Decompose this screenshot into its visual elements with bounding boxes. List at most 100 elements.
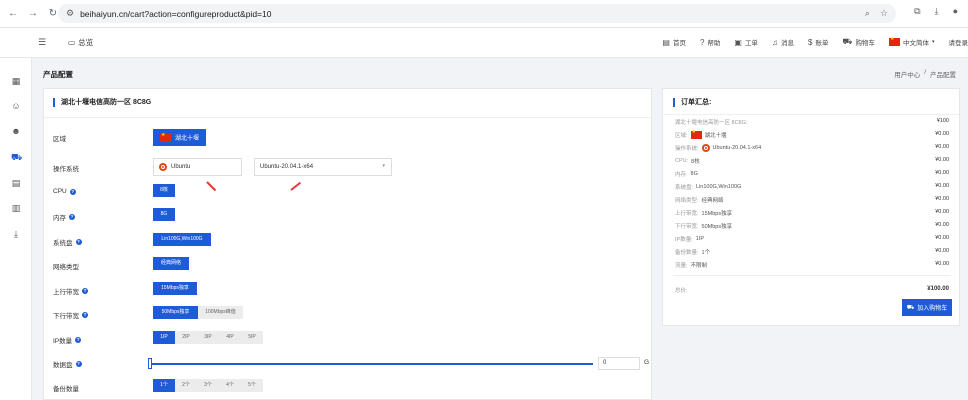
order-line-key: CPU: [675,158,689,164]
order-line-price: ¥0.00 [935,209,949,215]
network-type-option-selected[interactable]: 经典网络 [153,257,189,270]
order-line: 区域: 湖北十堰 [675,129,727,139]
order-line-value: 不限制 [690,263,708,269]
chevron-down-icon: ▾ [931,39,935,45]
system-disk-option-selected[interactable]: Lin100G,Win100G [153,233,211,246]
account-icon[interactable]: ☻ [11,126,21,136]
site-info-icon[interactable]: ⚙ [66,8,74,19]
china-flag-icon [690,129,702,139]
memory-option-selected[interactable]: 8G [153,208,175,221]
list-icon[interactable]: ▥ [11,203,21,213]
order-line-price: ¥0.00 [935,144,949,150]
order-line: 操作系统: Ubuntu-20.04.1-x64 [675,144,761,152]
nav-home[interactable]: ▤ 首页 [662,37,686,48]
data-disk-input[interactable]: 0 [598,357,640,370]
data-disk-label: 数据盘 ? [53,359,82,369]
upload-bandwidth-label: 上行带宽 ? [53,286,88,296]
help-circle-icon[interactable]: ? [75,361,82,367]
ip-count-option[interactable]: 4IP [219,331,241,344]
profile-icon[interactable]: ● [953,6,958,17]
breadcrumb-home[interactable]: 用户中心 [894,69,920,79]
url-text[interactable]: beihaiyun.cn/cart?action=configureproduc… [80,9,271,19]
address-bar[interactable]: ⚙ beihaiyun.cn/cart?action=configureprod… [58,4,896,23]
nav-cart[interactable]: ⛟ 购物车 [842,37,875,47]
forward-icon[interactable]: → [24,5,42,23]
bill-icon: $ [807,37,813,47]
backup-count-option[interactable]: 4个 [219,379,241,392]
memory-label-text: 内存 [53,215,66,222]
help-circle-icon[interactable]: ? [69,214,75,220]
nav-bill[interactable]: $ 账单 [807,37,828,48]
backup-count-label: 备份数量 [53,383,79,393]
backup-count-option[interactable]: 2个 [175,379,197,392]
zoom-icon[interactable]: ⌕ [865,8,870,19]
ubuntu-logo-icon [701,144,710,152]
left-sidebar: ▦ ☺ ☻ ⛟ ▤ ▥ ⤓ [0,58,32,400]
nav-help[interactable]: ? 帮助 [700,37,720,48]
user-icon[interactable]: ☺ [11,101,21,111]
order-line-key: IP数量: [675,237,693,243]
order-product-price: ¥100 [936,118,949,124]
download-icon[interactable]: ⤓ [11,229,21,239]
bookmark-star-icon[interactable]: ☆ [880,8,888,19]
download-bandwidth-label-text: 下行带宽 [53,313,79,320]
nav-ticket[interactable]: ▣ 工单 [734,37,758,48]
network-type-label-text: 网络类型 [53,264,79,271]
backup-count-label-text: 备份数量 [53,386,79,393]
order-line-value: Lin100G,Win100G [696,184,742,190]
document-icon[interactable]: ▤ [11,178,21,188]
help-circle-icon[interactable]: ? [75,239,82,245]
ip-count-option[interactable]: 2IP [175,331,197,344]
home-icon: ▤ [662,37,670,47]
cpu-option-selected[interactable]: 8核 [153,184,175,197]
os-version-value: Ubuntu-20.04.1-x64 [260,164,314,170]
login-link[interactable]: 请登录 [949,37,968,47]
dashboard-icon[interactable]: ▦ [11,76,21,86]
add-to-cart-button[interactable]: ⛟ 加入购物车 [902,299,952,316]
order-line-key: 内存: [675,172,688,178]
order-line-price: ¥0.00 [935,183,949,189]
help-circle-icon[interactable]: ? [82,288,88,294]
breadcrumb-separator: / [924,69,926,76]
extensions-icon[interactable]: ⧉ [914,6,920,17]
upload-bandwidth-option-selected[interactable]: 15Mbps独享 [153,282,197,295]
overview-label: 总览 [78,38,94,47]
order-line-value: 8核 [691,159,700,165]
order-line: 内存: 8G [675,170,698,178]
data-disk-slider-track[interactable] [150,363,593,365]
cart-icon[interactable]: ⛟ [11,152,22,162]
ip-count-option[interactable]: 3IP [197,331,219,344]
os-family-select[interactable]: Ubuntu [153,158,242,176]
ip-count-option-selected[interactable]: 1IP [153,331,175,344]
download-bandwidth-option-selected[interactable]: 50Mbps独享 [153,306,198,319]
order-line-key: 流量: [675,263,688,269]
cpu-label-text: CPU [53,188,67,195]
ip-count-option[interactable]: 5IP [241,331,263,344]
ticket-icon: ▣ [734,37,742,47]
help-circle-icon[interactable]: ? [75,337,82,343]
download-icon[interactable]: ⤓ [935,6,939,17]
download-bandwidth-option[interactable]: 100Mbps峰值 [198,306,243,319]
language-selector[interactable]: 中文简体 ▾ [888,36,935,47]
os-version-select[interactable]: Ubuntu-20.04.1-x64 ▾ [254,158,392,176]
nav-messages[interactable]: ♫ 消息 [772,37,794,48]
nav-messages-label: 消息 [780,40,794,47]
order-summary-title: 订单汇总: [673,98,711,107]
menu-toggle-icon[interactable]: ☰ [38,37,46,48]
back-icon[interactable]: ← [4,5,22,23]
order-line-value: 经典网络 [701,198,724,204]
overview-link[interactable]: ▭ 总览 [68,37,93,48]
order-product-name: 湖北十堰电信高防一区 8C8G: [675,120,748,126]
os-family-value: Ubuntu [171,164,191,170]
region-option-selected[interactable]: 湖北十堰 [153,129,206,146]
help-circle-icon[interactable]: ? [69,188,76,195]
language-label: 中文简体 [902,40,929,47]
network-type-label: 网络类型 [53,261,79,271]
divider [663,114,959,115]
backup-count-option[interactable]: 5个 [241,379,263,392]
backup-count-option[interactable]: 3个 [197,379,219,392]
help-circle-icon[interactable]: ? [82,312,88,318]
order-line: 备份数量: 1个 [675,248,710,256]
data-disk-slider-handle[interactable] [148,358,152,369]
backup-count-option-selected[interactable]: 1个 [153,379,175,392]
